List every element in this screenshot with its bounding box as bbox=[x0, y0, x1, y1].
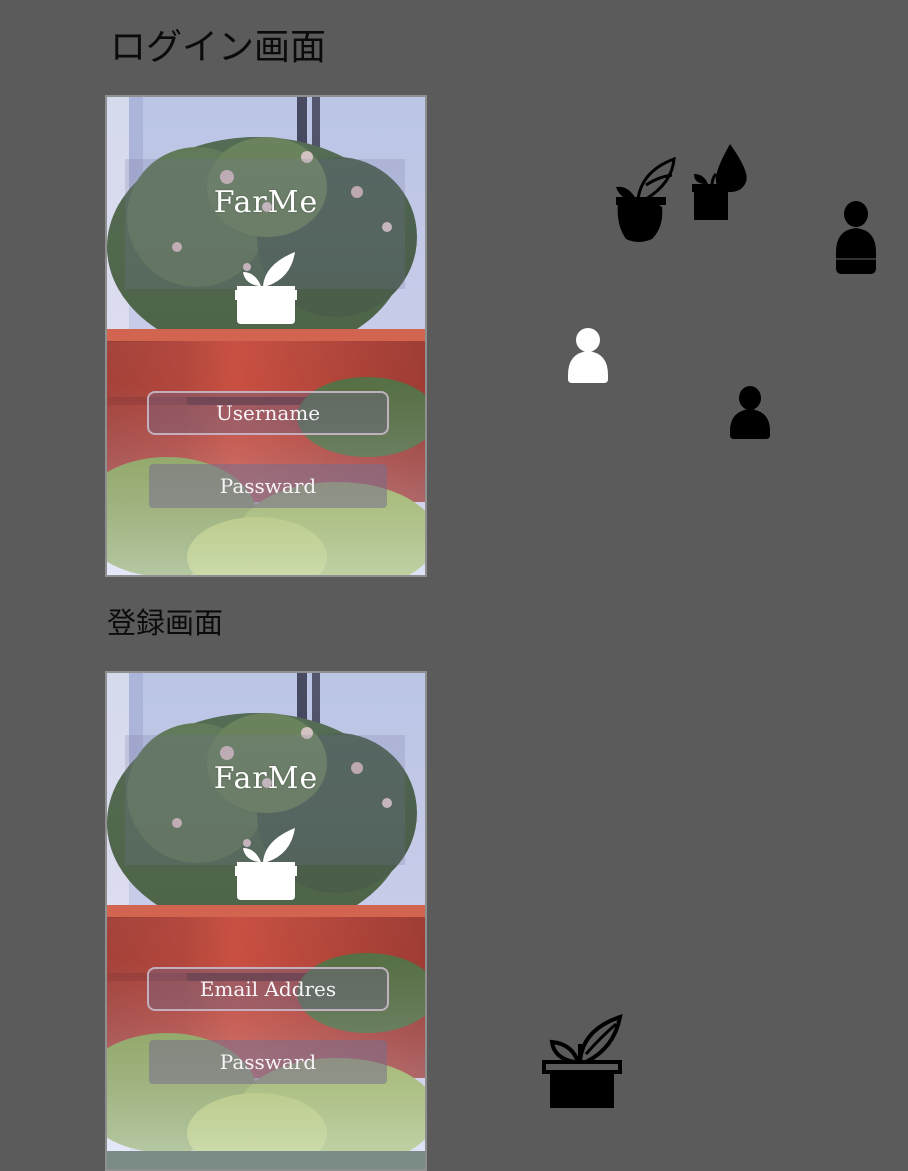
app-brand-name: FarMe bbox=[213, 185, 319, 220]
password-input[interactable]: Passward bbox=[149, 464, 387, 508]
plant-pot-filled-icon bbox=[616, 156, 676, 242]
potted-plant-icon bbox=[235, 828, 297, 900]
login-section-title: ログイン画面 bbox=[110, 27, 327, 68]
person-white-icon bbox=[568, 328, 608, 383]
app-brand-name: FarMe bbox=[213, 761, 319, 796]
person-tall-icon bbox=[836, 201, 876, 274]
username-input[interactable]: Username bbox=[147, 391, 389, 435]
person-black-icon bbox=[730, 386, 770, 439]
login-screen-mockup: FarMe Username Passward bbox=[105, 95, 427, 577]
register-screen-mockup: FarMe Email Addres Passward bbox=[105, 671, 427, 1171]
password-input[interactable]: Passward bbox=[149, 1040, 387, 1084]
plant-water-drop-icon bbox=[692, 144, 747, 220]
potted-plant-icon bbox=[235, 252, 297, 324]
plant-outline-icon bbox=[542, 1014, 623, 1108]
email-input[interactable]: Email Addres bbox=[147, 967, 389, 1011]
register-section-title: 登録画面 bbox=[107, 606, 224, 640]
